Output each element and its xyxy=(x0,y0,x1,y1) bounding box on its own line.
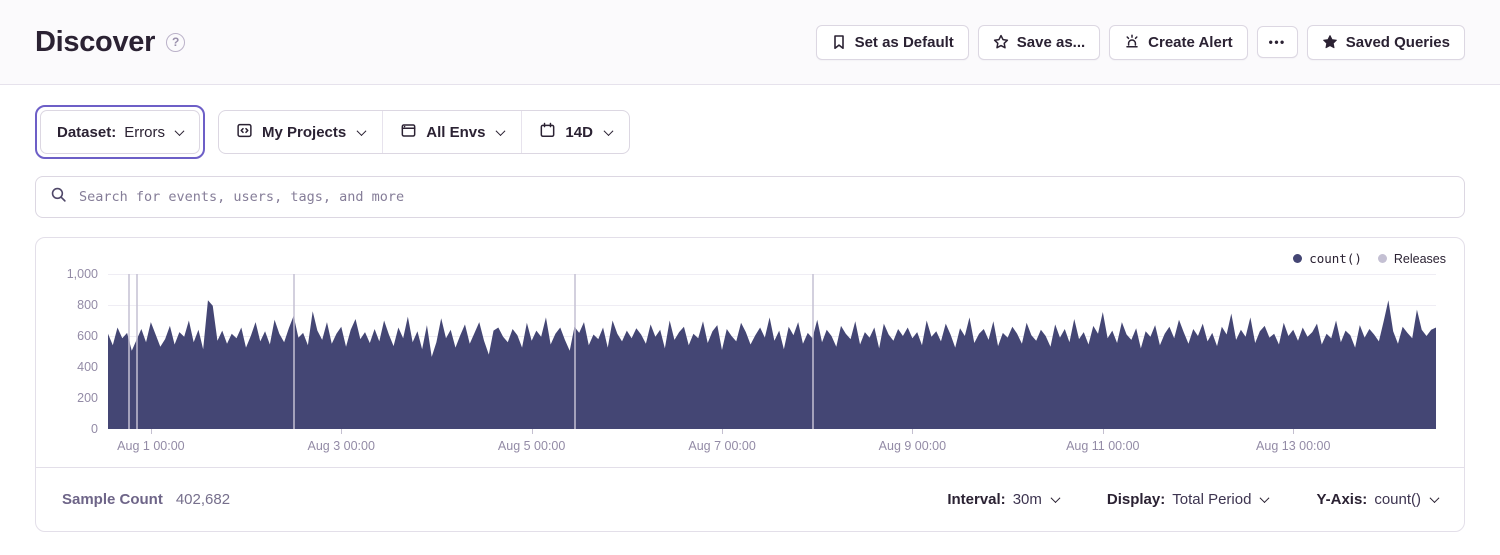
sample-count-value: 402,682 xyxy=(176,491,230,508)
x-axis-tick-label: Aug 7 00:00 xyxy=(688,439,755,453)
x-axis-tick xyxy=(1293,429,1294,434)
legend-item-count[interactable]: count() xyxy=(1293,251,1362,266)
count-area-series xyxy=(108,274,1436,429)
chevron-down-icon xyxy=(357,126,367,136)
dataset-dropdown[interactable]: Dataset: Errors xyxy=(40,110,200,154)
ellipsis-icon: ••• xyxy=(1269,35,1286,49)
release-marker-line xyxy=(574,274,576,429)
x-axis-tick-label: Aug 13 00:00 xyxy=(1256,439,1330,453)
star-outline-icon xyxy=(993,34,1009,50)
chevron-down-icon xyxy=(1050,493,1060,503)
y-axis-tick-label: 1,000 xyxy=(40,266,98,282)
sample-count: Sample Count 402,682 xyxy=(62,491,230,508)
interval-dropdown[interactable]: Interval: 30m xyxy=(947,491,1059,508)
calendar-icon xyxy=(539,122,556,143)
create-alert-button[interactable]: Create Alert xyxy=(1109,25,1247,60)
dataset-value: Errors xyxy=(124,124,165,141)
search-icon xyxy=(50,186,67,208)
y-axis-dropdown[interactable]: Y-Axis: count() xyxy=(1316,491,1438,508)
x-axis-tick xyxy=(532,429,533,434)
chevron-down-icon xyxy=(1430,493,1440,503)
x-axis-tick xyxy=(1103,429,1104,434)
release-marker-line xyxy=(812,274,814,429)
x-axis-tick xyxy=(151,429,152,434)
x-axis-tick-label: Aug 11 00:00 xyxy=(1066,439,1139,453)
releases-series-dot xyxy=(1378,254,1387,263)
count-series-dot xyxy=(1293,254,1302,263)
x-axis-tick-label: Aug 1 00:00 xyxy=(117,439,184,453)
y-axis-tick-label: 600 xyxy=(40,328,98,344)
chevron-down-icon xyxy=(496,126,506,136)
more-options-button[interactable]: ••• xyxy=(1257,26,1298,58)
y-axis-tick-label: 800 xyxy=(40,297,98,313)
y-axis-tick-label: 200 xyxy=(40,390,98,406)
projects-icon xyxy=(236,122,253,143)
release-marker-line xyxy=(136,274,138,429)
x-axis-tick xyxy=(722,429,723,434)
chevron-down-icon xyxy=(175,126,185,136)
chevron-down-icon xyxy=(604,126,614,136)
area-chart-plot[interactable]: 02004006008001,000 xyxy=(108,274,1436,429)
events-chart-card: count() Releases 02004006008001,000 Aug … xyxy=(35,237,1465,532)
release-marker-line xyxy=(293,274,295,429)
search-bar xyxy=(35,176,1465,218)
y-axis-tick-label: 0 xyxy=(40,421,98,437)
environments-dropdown[interactable]: All Envs xyxy=(382,111,521,153)
chevron-down-icon xyxy=(1260,493,1270,503)
siren-icon xyxy=(1124,34,1140,50)
header-actions: Set as Default Save as... Create Alert •… xyxy=(816,25,1465,60)
set-as-default-button[interactable]: Set as Default xyxy=(816,25,969,60)
chart-footer: Sample Count 402,682 Interval: 30m Displ… xyxy=(36,467,1464,531)
search-input[interactable] xyxy=(77,188,1450,206)
display-dropdown[interactable]: Display: Total Period xyxy=(1107,491,1269,508)
window-icon xyxy=(400,122,417,143)
date-range-dropdown[interactable]: 14D xyxy=(521,111,629,153)
saved-queries-button[interactable]: Saved Queries xyxy=(1307,25,1465,60)
x-axis-tick-label: Aug 3 00:00 xyxy=(307,439,374,453)
save-as-button[interactable]: Save as... xyxy=(978,25,1100,60)
projects-dropdown[interactable]: My Projects xyxy=(219,111,382,153)
y-axis-tick-label: 400 xyxy=(40,359,98,375)
x-axis-tick-label: Aug 5 00:00 xyxy=(498,439,565,453)
x-axis-tick xyxy=(912,429,913,434)
x-axis-tick xyxy=(341,429,342,434)
page-filter-group: My Projects All Envs 14D xyxy=(218,110,630,154)
release-marker-line xyxy=(128,274,130,429)
help-icon[interactable]: ? xyxy=(166,33,185,52)
bookmark-icon xyxy=(831,34,847,50)
page-header: Discover ? Set as Default Save as... Cre… xyxy=(0,0,1500,85)
star-filled-icon xyxy=(1322,34,1338,50)
filter-bar: Dataset: Errors My Projects All Envs xyxy=(35,105,1465,159)
legend-item-releases[interactable]: Releases xyxy=(1378,252,1446,266)
chart-legend: count() Releases xyxy=(36,238,1464,268)
x-axis-tick-label: Aug 9 00:00 xyxy=(879,439,946,453)
chart-x-axis: Aug 1 00:00 Aug 3 00:00 Aug 5 00:00 Aug 7 0… xyxy=(108,429,1436,467)
dataset-highlight-outline: Dataset: Errors xyxy=(35,105,205,159)
page-title: Discover xyxy=(35,26,155,59)
